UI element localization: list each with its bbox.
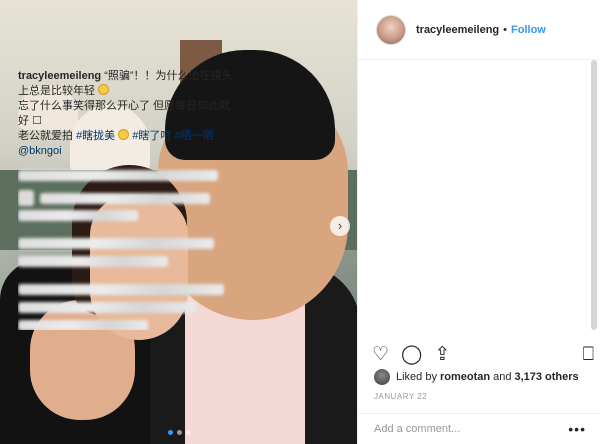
comment-bar: ••• bbox=[357, 413, 600, 444]
caption-line3: 老公就爱拍 bbox=[18, 130, 77, 142]
caption-line2: 忘了什么事笑得那么开心了 但愿每日如此就好 bbox=[18, 100, 231, 127]
hashtag-link[interactable]: #瞎了咁 bbox=[132, 130, 171, 142]
liker-username[interactable]: romeotan bbox=[440, 371, 490, 383]
post-actions: ♡ ◯ ⇪ ⎕ bbox=[372, 342, 594, 368]
caption-username[interactable]: tracyleemeileng bbox=[18, 70, 101, 82]
liker-avatar[interactable] bbox=[374, 369, 390, 385]
avatar[interactable] bbox=[376, 14, 406, 45]
bookmark-icon[interactable]: ⎕ bbox=[583, 342, 594, 368]
blurred-comment-line bbox=[18, 256, 168, 267]
blurred-comments-area bbox=[18, 160, 236, 330]
blurred-comment-line bbox=[18, 284, 224, 295]
likes-prefix: Liked by bbox=[396, 371, 437, 383]
carousel-dot-active bbox=[168, 430, 173, 435]
mention-link[interactable]: @bkngoi bbox=[18, 145, 62, 157]
blurred-comment-line bbox=[40, 193, 210, 204]
carousel-dot bbox=[186, 430, 191, 435]
post-date[interactable]: JANUARY 22 bbox=[374, 392, 427, 401]
heart-icon[interactable]: ♡ bbox=[372, 342, 389, 368]
blurred-comment-line bbox=[18, 320, 148, 330]
laugh-emoji-icon bbox=[118, 129, 130, 140]
header-username[interactable]: tracyleemeileng bbox=[416, 24, 499, 36]
hashtag-link[interactable]: #晒一晒 bbox=[175, 130, 214, 142]
hashtag-link[interactable]: #瞎拢美 bbox=[76, 130, 115, 142]
post-caption: tracyleemeileng “照骗”！！为什么他在镜头上总是比较年轻 忘了什… bbox=[18, 69, 236, 159]
carousel-dot bbox=[177, 430, 182, 435]
carousel-indicator bbox=[168, 430, 191, 435]
comment-icon[interactable]: ◯ bbox=[401, 342, 422, 368]
follow-button[interactable]: Follow bbox=[511, 24, 546, 36]
likes-others-link[interactable]: 3,173 others bbox=[514, 371, 578, 383]
blurred-comment-line bbox=[18, 238, 214, 249]
header-separator: • bbox=[503, 23, 508, 36]
comments-scrollbar[interactable] bbox=[591, 60, 597, 330]
likes-summary: Liked by romeotan and 3,173 others bbox=[374, 369, 582, 385]
comment-input[interactable] bbox=[374, 423, 554, 435]
post-header: tracyleemeileng • Follow bbox=[358, 0, 600, 60]
blurred-comment-line bbox=[18, 302, 196, 313]
blurred-comment-line bbox=[18, 210, 138, 221]
likes-conjunction: and bbox=[493, 371, 512, 383]
blurred-comment-line bbox=[18, 170, 218, 181]
blurred-avatar bbox=[18, 190, 34, 206]
share-icon[interactable]: ⇪ bbox=[434, 342, 450, 368]
smile-emoji-icon bbox=[98, 84, 110, 95]
face-emoji-icon: ☐ bbox=[32, 115, 42, 127]
chevron-right-icon[interactable]: › bbox=[330, 216, 350, 236]
more-options-icon[interactable]: ••• bbox=[568, 421, 586, 437]
